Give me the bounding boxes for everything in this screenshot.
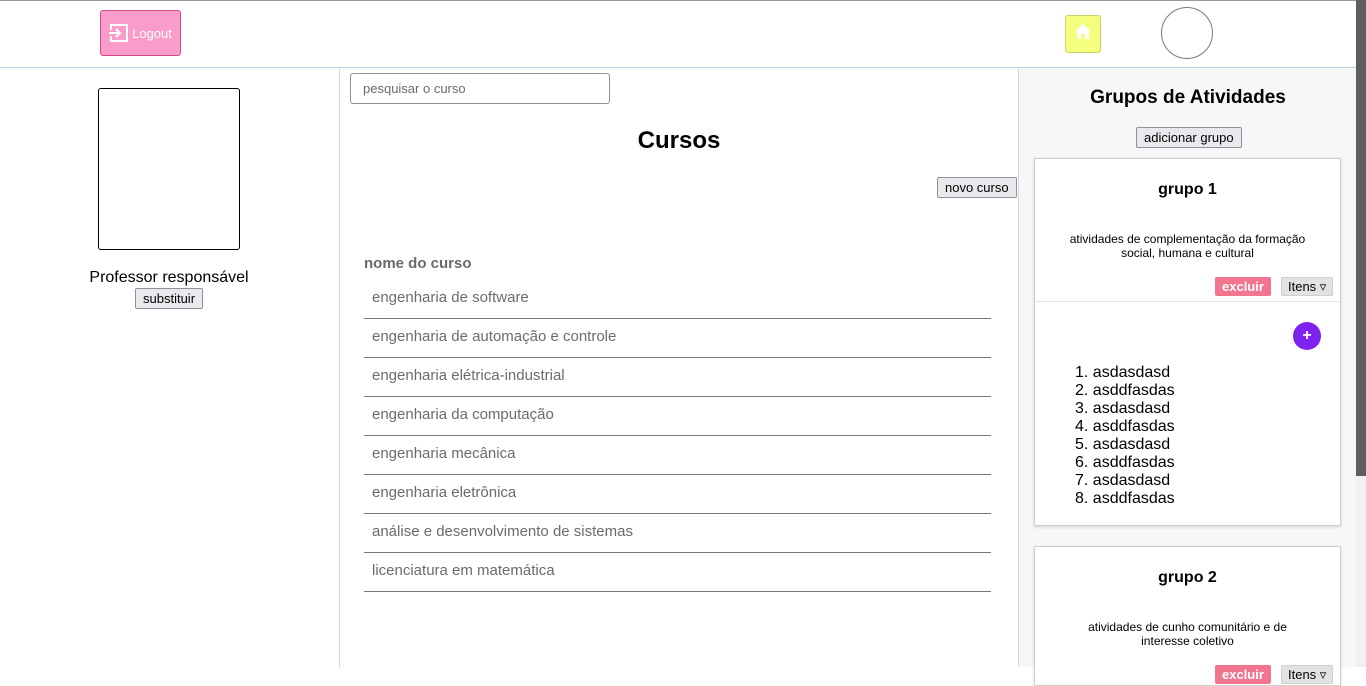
group-card: grupo 1 atividades de complementação da … <box>1034 158 1341 526</box>
course-row[interactable]: engenharia de automação e controle <box>364 319 991 358</box>
group-description: atividades de complementação da formação… <box>1069 232 1306 260</box>
logout-icon <box>109 23 129 43</box>
scrollbar-thumb[interactable] <box>1356 0 1366 476</box>
group-description: atividades de cunho comunitário e de int… <box>1088 620 1287 648</box>
list-item: asddfasdas <box>1075 382 1175 400</box>
replace-professor-button[interactable]: substituir <box>135 288 204 309</box>
course-row[interactable]: engenharia elétrica-industrial <box>364 358 991 397</box>
group-card: grupo 2 atividades de cunho comunitário … <box>1034 546 1341 686</box>
course-name-column-header: nome do curso <box>364 255 472 272</box>
course-search-input[interactable] <box>350 73 610 104</box>
logout-label: Logout <box>132 25 172 41</box>
add-group-button[interactable]: adicionar grupo <box>1136 127 1242 148</box>
logout-button[interactable]: Logout <box>100 10 181 56</box>
list-item: asdasdasd <box>1075 472 1175 490</box>
course-row[interactable]: engenharia da computação <box>364 397 991 436</box>
items-dropdown-button[interactable]: Itens ▿ <box>1281 277 1334 296</box>
course-row[interactable]: engenharia mecânica <box>364 436 991 475</box>
course-row[interactable]: análise e desenvolvimento de sistemas <box>364 514 991 553</box>
professor-label: Professor responsável <box>89 269 249 286</box>
group-name: grupo 1 <box>1158 181 1217 198</box>
group-items-list: asdasdasd asddfasdas asdasdasd asddfasda… <box>1075 364 1175 508</box>
list-item: asdasdasd <box>1075 364 1175 382</box>
new-course-button[interactable]: novo curso <box>937 177 1017 198</box>
list-item: asddfasdas <box>1075 454 1175 472</box>
professor-photo <box>98 88 240 250</box>
groups-title: Grupos de Atividades <box>1090 87 1286 108</box>
list-item: asddfasdas <box>1075 418 1175 436</box>
delete-group-button[interactable]: excluir <box>1215 665 1271 684</box>
activity-groups-panel: Grupos de Atividades adicionar grupo gru… <box>1018 68 1356 686</box>
card-divider <box>1035 301 1340 302</box>
course-row[interactable]: licenciatura em matemática <box>364 553 991 592</box>
delete-group-button[interactable]: excluir <box>1215 277 1271 296</box>
plus-icon: + <box>1302 327 1312 344</box>
top-header: Logout <box>0 0 1356 68</box>
course-row[interactable]: engenharia eletrônica <box>364 475 991 514</box>
home-icon <box>1074 23 1092 45</box>
items-dropdown-button[interactable]: Itens ▿ <box>1281 665 1334 684</box>
home-button[interactable] <box>1065 15 1101 53</box>
page-title: Cursos <box>637 127 721 154</box>
group-name: grupo 2 <box>1158 569 1217 586</box>
courses-panel: Cursos novo curso nome do curso engenhar… <box>340 68 1018 667</box>
list-item: asdasdasd <box>1075 400 1175 418</box>
professor-panel: Professor responsável substituir <box>0 68 340 667</box>
course-row[interactable]: engenharia de software <box>364 280 991 319</box>
user-avatar[interactable] <box>1161 7 1213 59</box>
course-list: engenharia de software engenharia de aut… <box>364 280 991 592</box>
page-scrollbar[interactable] <box>1356 0 1366 667</box>
add-item-button[interactable]: + <box>1293 322 1321 350</box>
list-item: asdasdasd <box>1075 436 1175 454</box>
list-item: asddfasdas <box>1075 490 1175 508</box>
